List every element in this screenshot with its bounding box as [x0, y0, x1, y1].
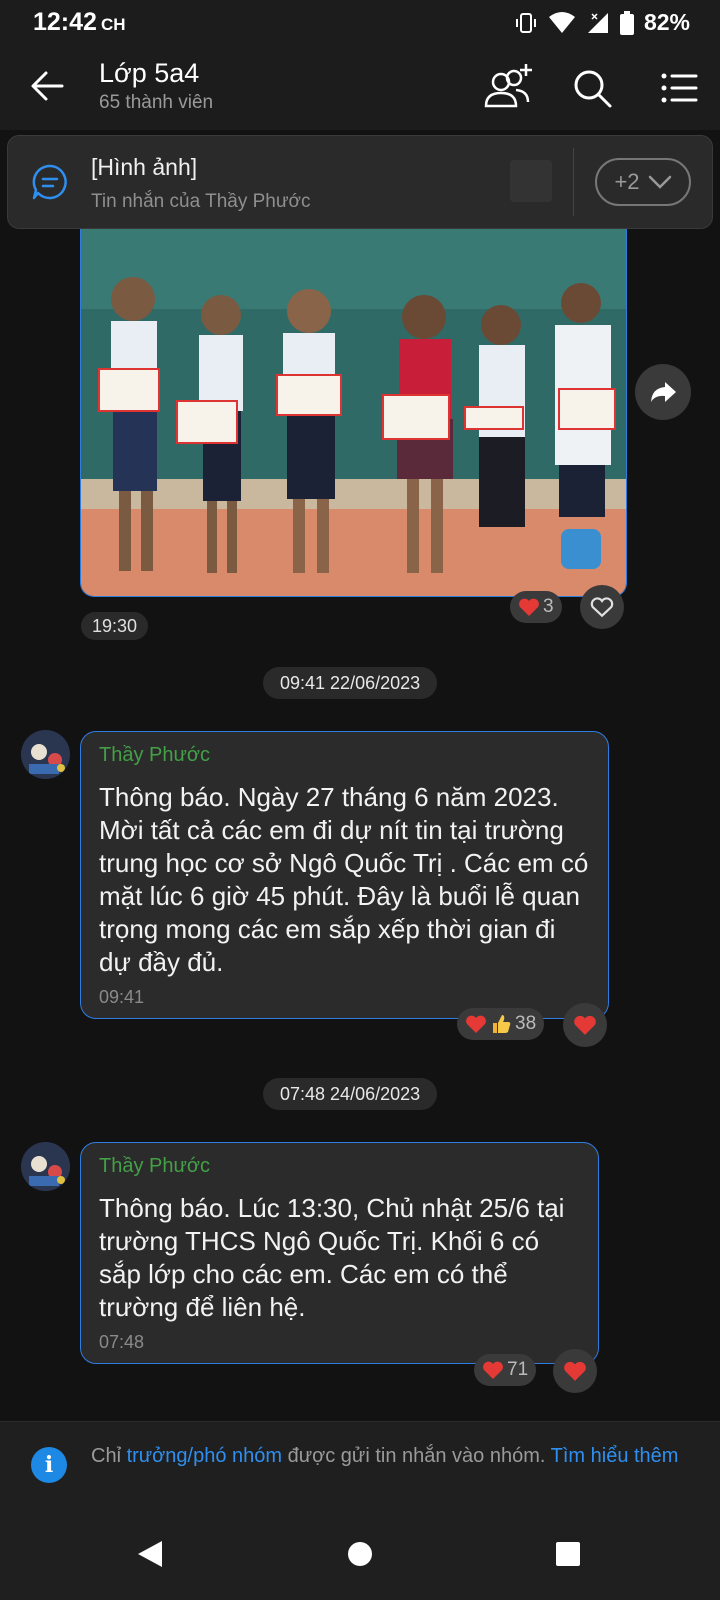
group-title[interactable]: Lớp 5a4 — [99, 58, 199, 89]
add-member-button[interactable] — [480, 62, 532, 114]
pinned-title: [Hình ảnh] — [91, 154, 198, 180]
arrow-left-icon — [31, 71, 64, 101]
search-button[interactable] — [566, 62, 618, 114]
photo-reaction-count: 3 — [543, 596, 554, 617]
nav-recents-button[interactable] — [544, 1530, 592, 1578]
signal-icon — [587, 12, 608, 33]
like-button[interactable] — [563, 1003, 607, 1047]
share-arrow-icon — [651, 382, 676, 402]
back-button[interactable] — [26, 64, 70, 108]
notice-text: Chỉ trưởng/phó nhóm được gửi tin nhắn và… — [91, 1445, 679, 1467]
heart-icon — [564, 1361, 586, 1381]
vibrate-icon — [515, 12, 536, 33]
info-icon: i — [31, 1447, 67, 1483]
message-reaction-count: 71 — [507, 1359, 529, 1380]
heart-icon — [483, 1361, 503, 1379]
nav-home-button[interactable] — [336, 1530, 384, 1578]
students-photo — [81, 229, 626, 596]
restricted-notice: i Chỉ trưởng/phó nhóm được gửi tin nhắn … — [0, 1421, 720, 1508]
photo-reactions[interactable]: 3 — [510, 591, 562, 623]
status-bar: 12:42 CH 82% — [0, 0, 720, 44]
share-button[interactable] — [635, 364, 691, 420]
system-nav-bar — [0, 1508, 720, 1600]
photo-like-button[interactable] — [580, 585, 624, 629]
pinned-message-bar[interactable]: [Hình ảnh] Tin nhắn của Thầy Phước +2 — [7, 135, 713, 229]
wifi-icon — [548, 11, 575, 33]
list-menu-icon — [661, 73, 698, 103]
sender-name: Thầy Phước — [99, 1155, 210, 1177]
square-recents-icon — [556, 1542, 580, 1566]
nav-back-button[interactable] — [126, 1530, 174, 1578]
search-icon — [574, 70, 612, 108]
heart-icon — [466, 1015, 486, 1033]
chat-bubble-icon — [30, 162, 70, 202]
message-bubble[interactable]: Thầy Phước Thông báo. Ngày 27 tháng 6 nă… — [80, 731, 609, 1019]
message-bubble[interactable]: Thầy Phước Thông báo. Lúc 13:30, Chủ nhậ… — [80, 1142, 599, 1364]
triangle-back-icon — [138, 1541, 162, 1567]
date-separator: 09:41 22/06/2023 — [263, 667, 438, 699]
message-text: Thông báo. Lúc 13:30, Chủ nhật 25/6 tại … — [99, 1193, 565, 1322]
battery-percent: 82% — [643, 9, 690, 35]
heart-icon — [519, 598, 539, 616]
thumbs-up-icon — [493, 1015, 511, 1033]
status-time: 12:42 CH — [33, 8, 126, 36]
avatar[interactable] — [21, 1142, 70, 1191]
avatar[interactable] — [21, 730, 70, 779]
add-user-icon — [484, 64, 532, 108]
learn-more-link[interactable]: Tìm hiểu thêm — [551, 1445, 679, 1467]
photo-time: 19:30 — [81, 612, 149, 640]
battery-icon — [619, 10, 634, 35]
photo-message[interactable] — [80, 229, 627, 597]
message-reaction-count: 38 — [515, 1013, 537, 1034]
circle-home-icon — [348, 1542, 372, 1566]
like-button[interactable] — [553, 1349, 597, 1393]
chat-header: Lớp 5a4 65 thành viên — [0, 44, 720, 130]
chevron-down-icon — [648, 175, 671, 189]
more-pinned-button[interactable]: +2 — [595, 158, 691, 206]
admin-link[interactable]: trưởng/phó nhóm — [127, 1445, 282, 1467]
divider — [573, 148, 574, 216]
message-reactions[interactable]: 38 — [457, 1008, 545, 1040]
date-separator: 07:48 24/06/2023 — [263, 1078, 438, 1110]
message-time: 07:48 — [99, 1332, 145, 1352]
heart-icon — [574, 1015, 596, 1035]
pinned-thumbnail — [510, 160, 552, 202]
status-icons: 82% — [514, 9, 690, 36]
sender-name: Thầy Phước — [99, 744, 210, 766]
pinned-subtitle: Tin nhắn của Thầy Phước — [91, 191, 311, 212]
message-time: 09:41 — [99, 987, 145, 1007]
menu-button[interactable] — [652, 62, 704, 114]
member-count[interactable]: 65 thành viên — [99, 92, 213, 114]
heart-outline-icon — [590, 597, 614, 618]
message-reactions[interactable]: 71 — [474, 1354, 537, 1386]
message-text: Thông báo. Ngày 27 tháng 6 năm 2023. Mời… — [99, 782, 589, 977]
more-pinned-count: +2 — [614, 169, 640, 194]
